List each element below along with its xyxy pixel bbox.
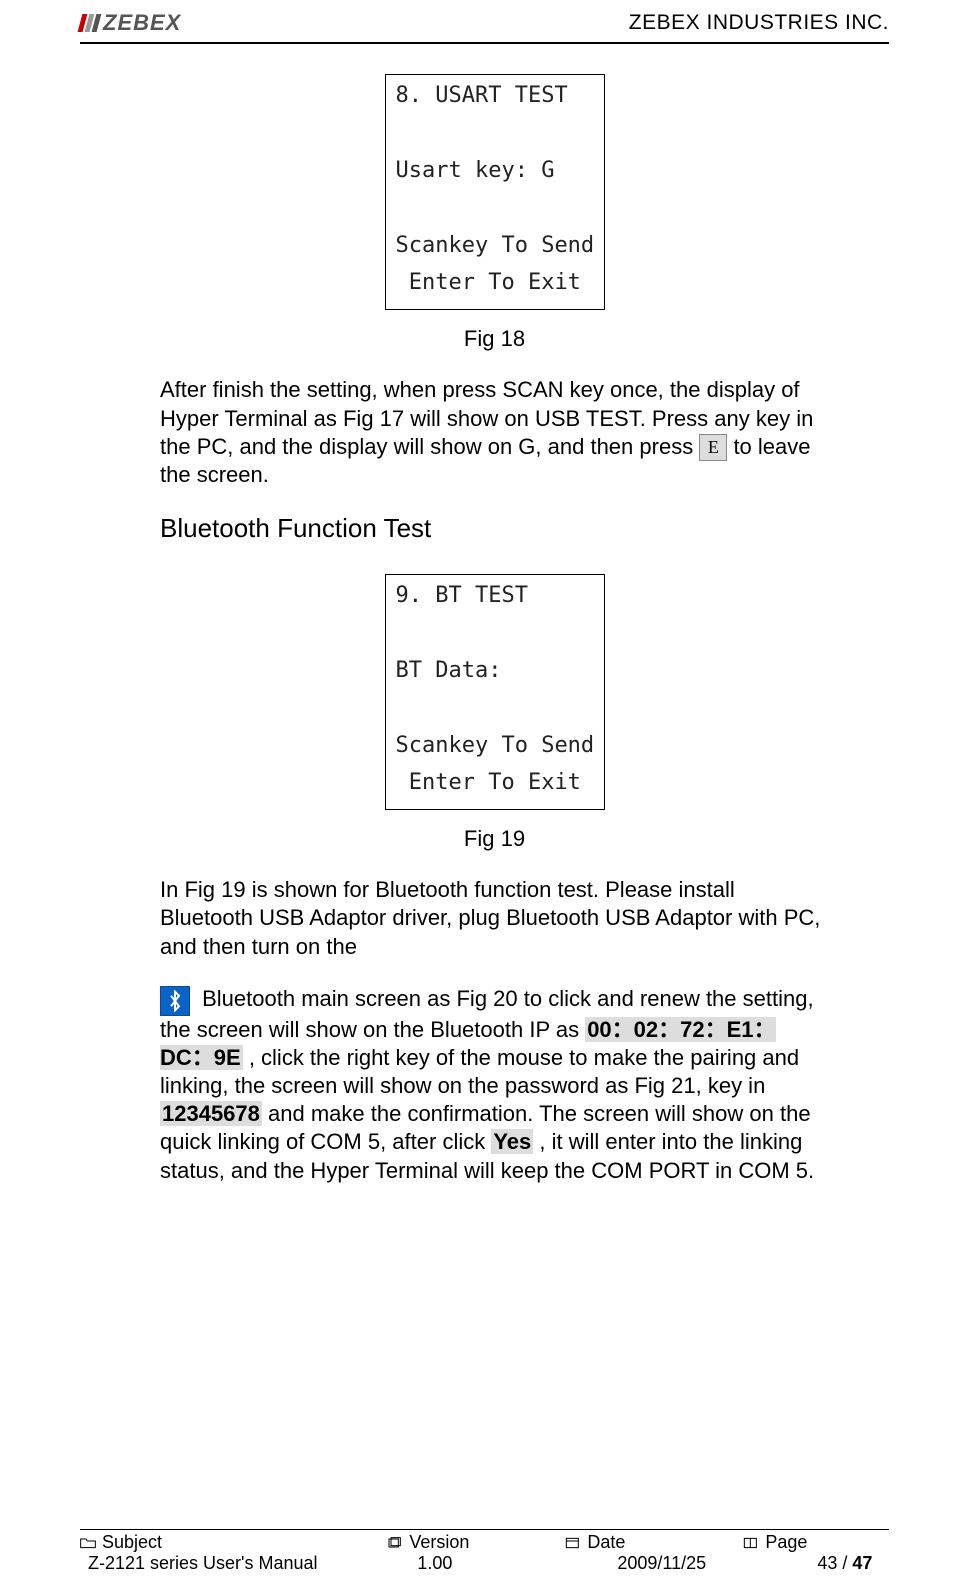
logo-text: ZEBEX — [103, 10, 181, 36]
footer-label-page: Page — [765, 1532, 807, 1553]
fig18-caption: Fig 18 — [160, 326, 829, 352]
heading-bluetooth: Bluetooth Function Test — [160, 513, 829, 544]
bluetooth-icon — [160, 986, 190, 1016]
footer-label-version: Version — [409, 1532, 469, 1553]
fig19-lcd: 9. BT TEST BT Data: Scankey To Send Ente… — [385, 574, 605, 810]
footer-version: 1.00 — [395, 1553, 595, 1574]
footer-date: 2009/11/25 — [595, 1553, 795, 1574]
calendar-icon — [565, 1536, 581, 1550]
fig19-caption: Fig 19 — [160, 826, 829, 852]
footer-subject: Z-2121 series User's Manual — [80, 1553, 395, 1574]
para-after-fig18: After finish the setting, when press SCA… — [160, 376, 829, 489]
footer-label-date: Date — [587, 1532, 625, 1553]
book-icon — [743, 1536, 759, 1550]
page-footer: Subject Version Date Page Z-2121 series … — [80, 1529, 889, 1574]
logo: ZEBEX — [80, 10, 181, 36]
logo-bars-icon — [78, 14, 102, 32]
bluetooth-password: 12345678 — [160, 1101, 262, 1126]
page-header: ZEBEX ZEBEX INDUSTRIES INC. — [80, 0, 889, 44]
stack-icon — [387, 1536, 403, 1550]
footer-page: 43 / 47 — [795, 1553, 963, 1574]
yes-text: Yes — [491, 1129, 533, 1154]
footer-label-subject: Subject — [102, 1532, 162, 1553]
para-bluetooth-1: In Fig 19 is shown for Bluetooth functio… — [160, 876, 829, 960]
folder-icon — [80, 1536, 96, 1550]
para-bluetooth-2: Bluetooth main screen as Fig 20 to click… — [160, 985, 829, 1185]
para2-b: , click the right key of the mouse to ma… — [160, 1045, 799, 1098]
keycap-e: E — [699, 434, 727, 461]
company-name: ZEBEX INDUSTRIES INC. — [629, 11, 889, 35]
fig18-lcd: 8. USART TEST Usart key: G Scankey To Se… — [385, 74, 605, 310]
